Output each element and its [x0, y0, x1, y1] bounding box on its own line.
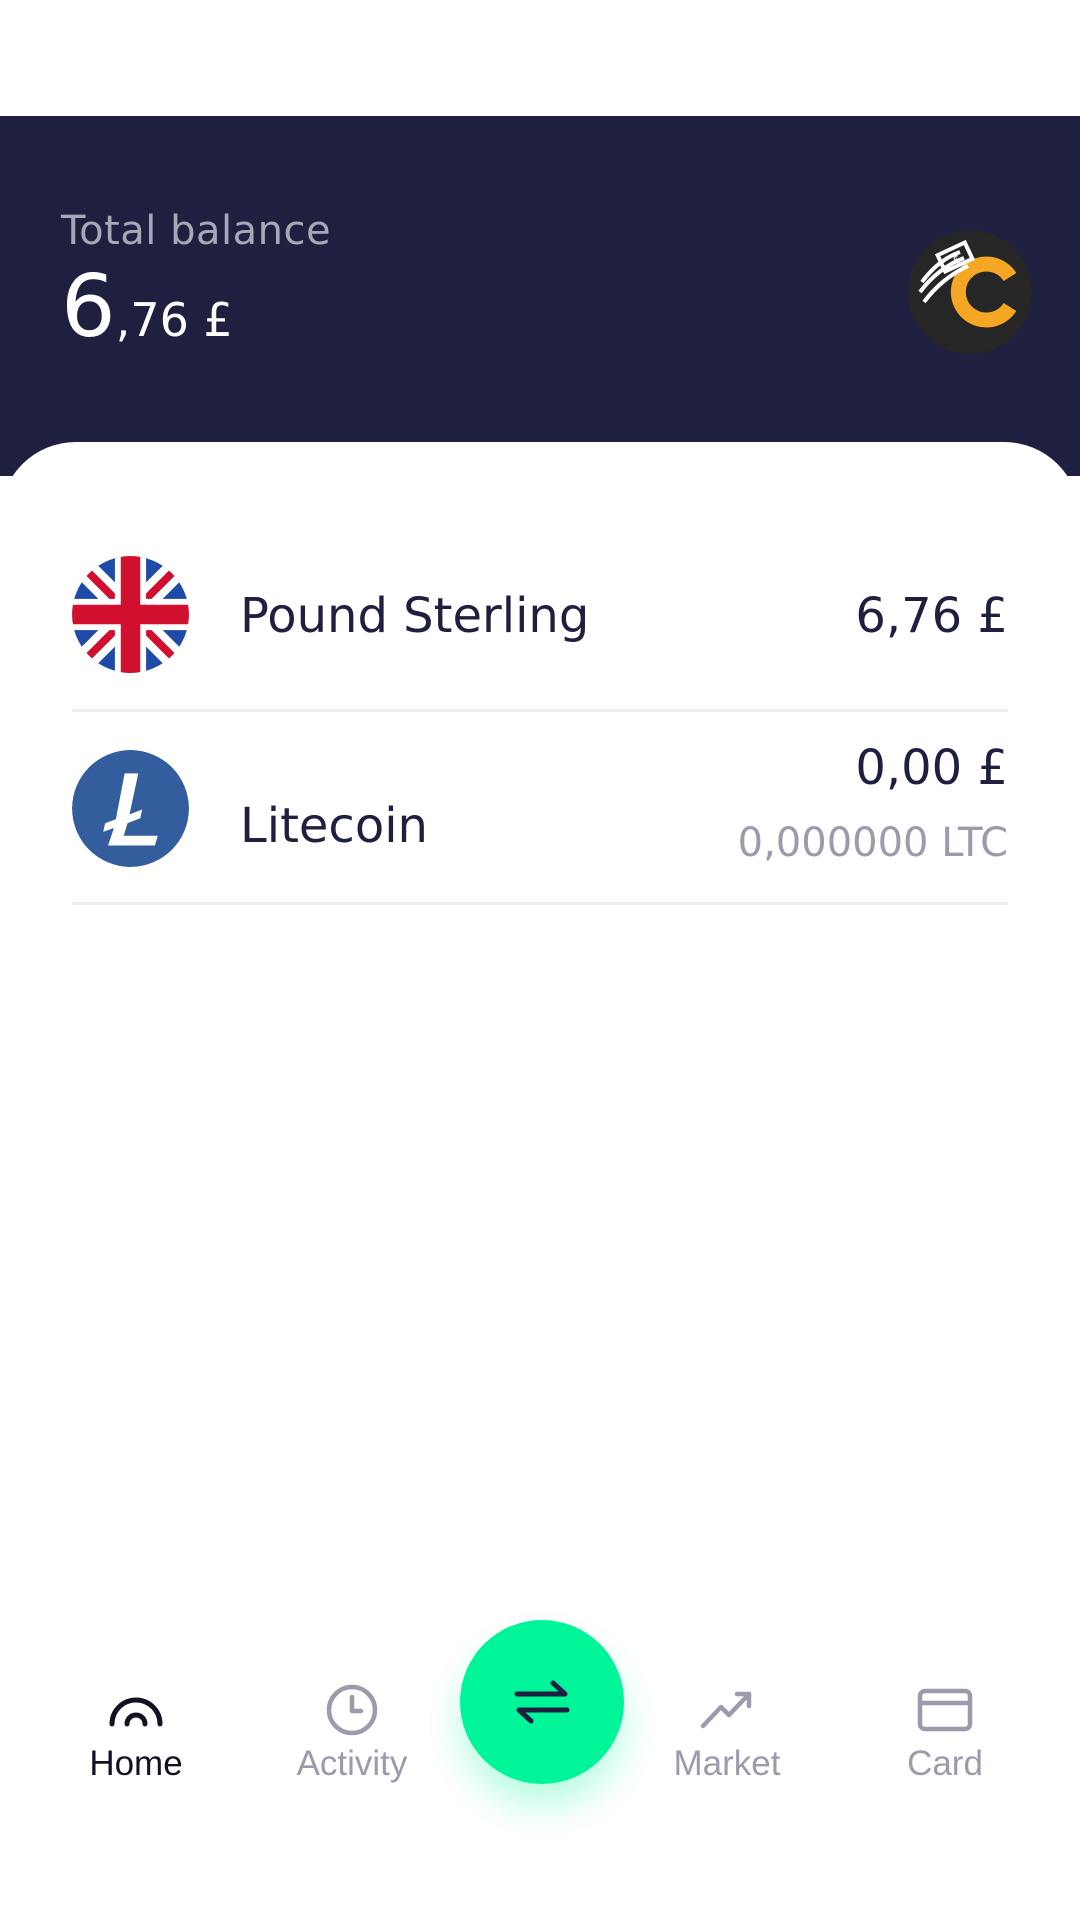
litecoin-icon	[72, 750, 189, 867]
asset-name: Pound Sterling	[240, 588, 590, 644]
total-balance-label: Total balance	[61, 208, 332, 254]
nav-activity[interactable]: Activity	[252, 1680, 452, 1800]
clock-icon	[326, 1684, 378, 1736]
balance-decimal: ,76 £	[115, 293, 233, 347]
balance-header: Total balance 6,76 £ $	[0, 116, 1080, 476]
home-icon	[109, 1697, 163, 1727]
nav-market-label: Market	[673, 1744, 781, 1783]
nav-home-label: Home	[89, 1744, 183, 1783]
nav-card[interactable]: Card	[845, 1680, 1045, 1800]
nav-card-label: Card	[907, 1744, 983, 1783]
asset-name: Litecoin	[240, 798, 428, 854]
trend-up-icon	[700, 1691, 752, 1729]
asset-crypto-amount: 0,000000 LTC	[737, 820, 1008, 866]
bottom-navigation: Home Activity Market Card	[0, 1600, 1080, 1820]
asset-fiat-amount: 6,76 £	[855, 588, 1008, 644]
balance-integer: 6	[61, 257, 116, 357]
asset-row-pound-sterling[interactable]: Pound Sterling 6,76 £	[72, 556, 1008, 712]
nav-home[interactable]: Home	[36, 1680, 236, 1800]
asset-row-litecoin[interactable]: Litecoin 0,00 £ 0,000000 LTC	[72, 712, 1008, 905]
uk-flag-icon	[72, 556, 189, 673]
swap-arrows-icon	[514, 1680, 570, 1724]
card-icon	[917, 1688, 973, 1732]
status-bar	[0, 0, 1080, 116]
nav-activity-label: Activity	[296, 1744, 408, 1783]
profile-avatar[interactable]: $	[908, 230, 1032, 354]
asset-fiat-amount: 0,00 £	[855, 740, 1008, 796]
app-logo-icon: $	[908, 230, 1032, 354]
exchange-button[interactable]	[460, 1620, 624, 1784]
total-balance-value: 6,76 £	[61, 264, 233, 350]
nav-market[interactable]: Market	[627, 1680, 827, 1800]
